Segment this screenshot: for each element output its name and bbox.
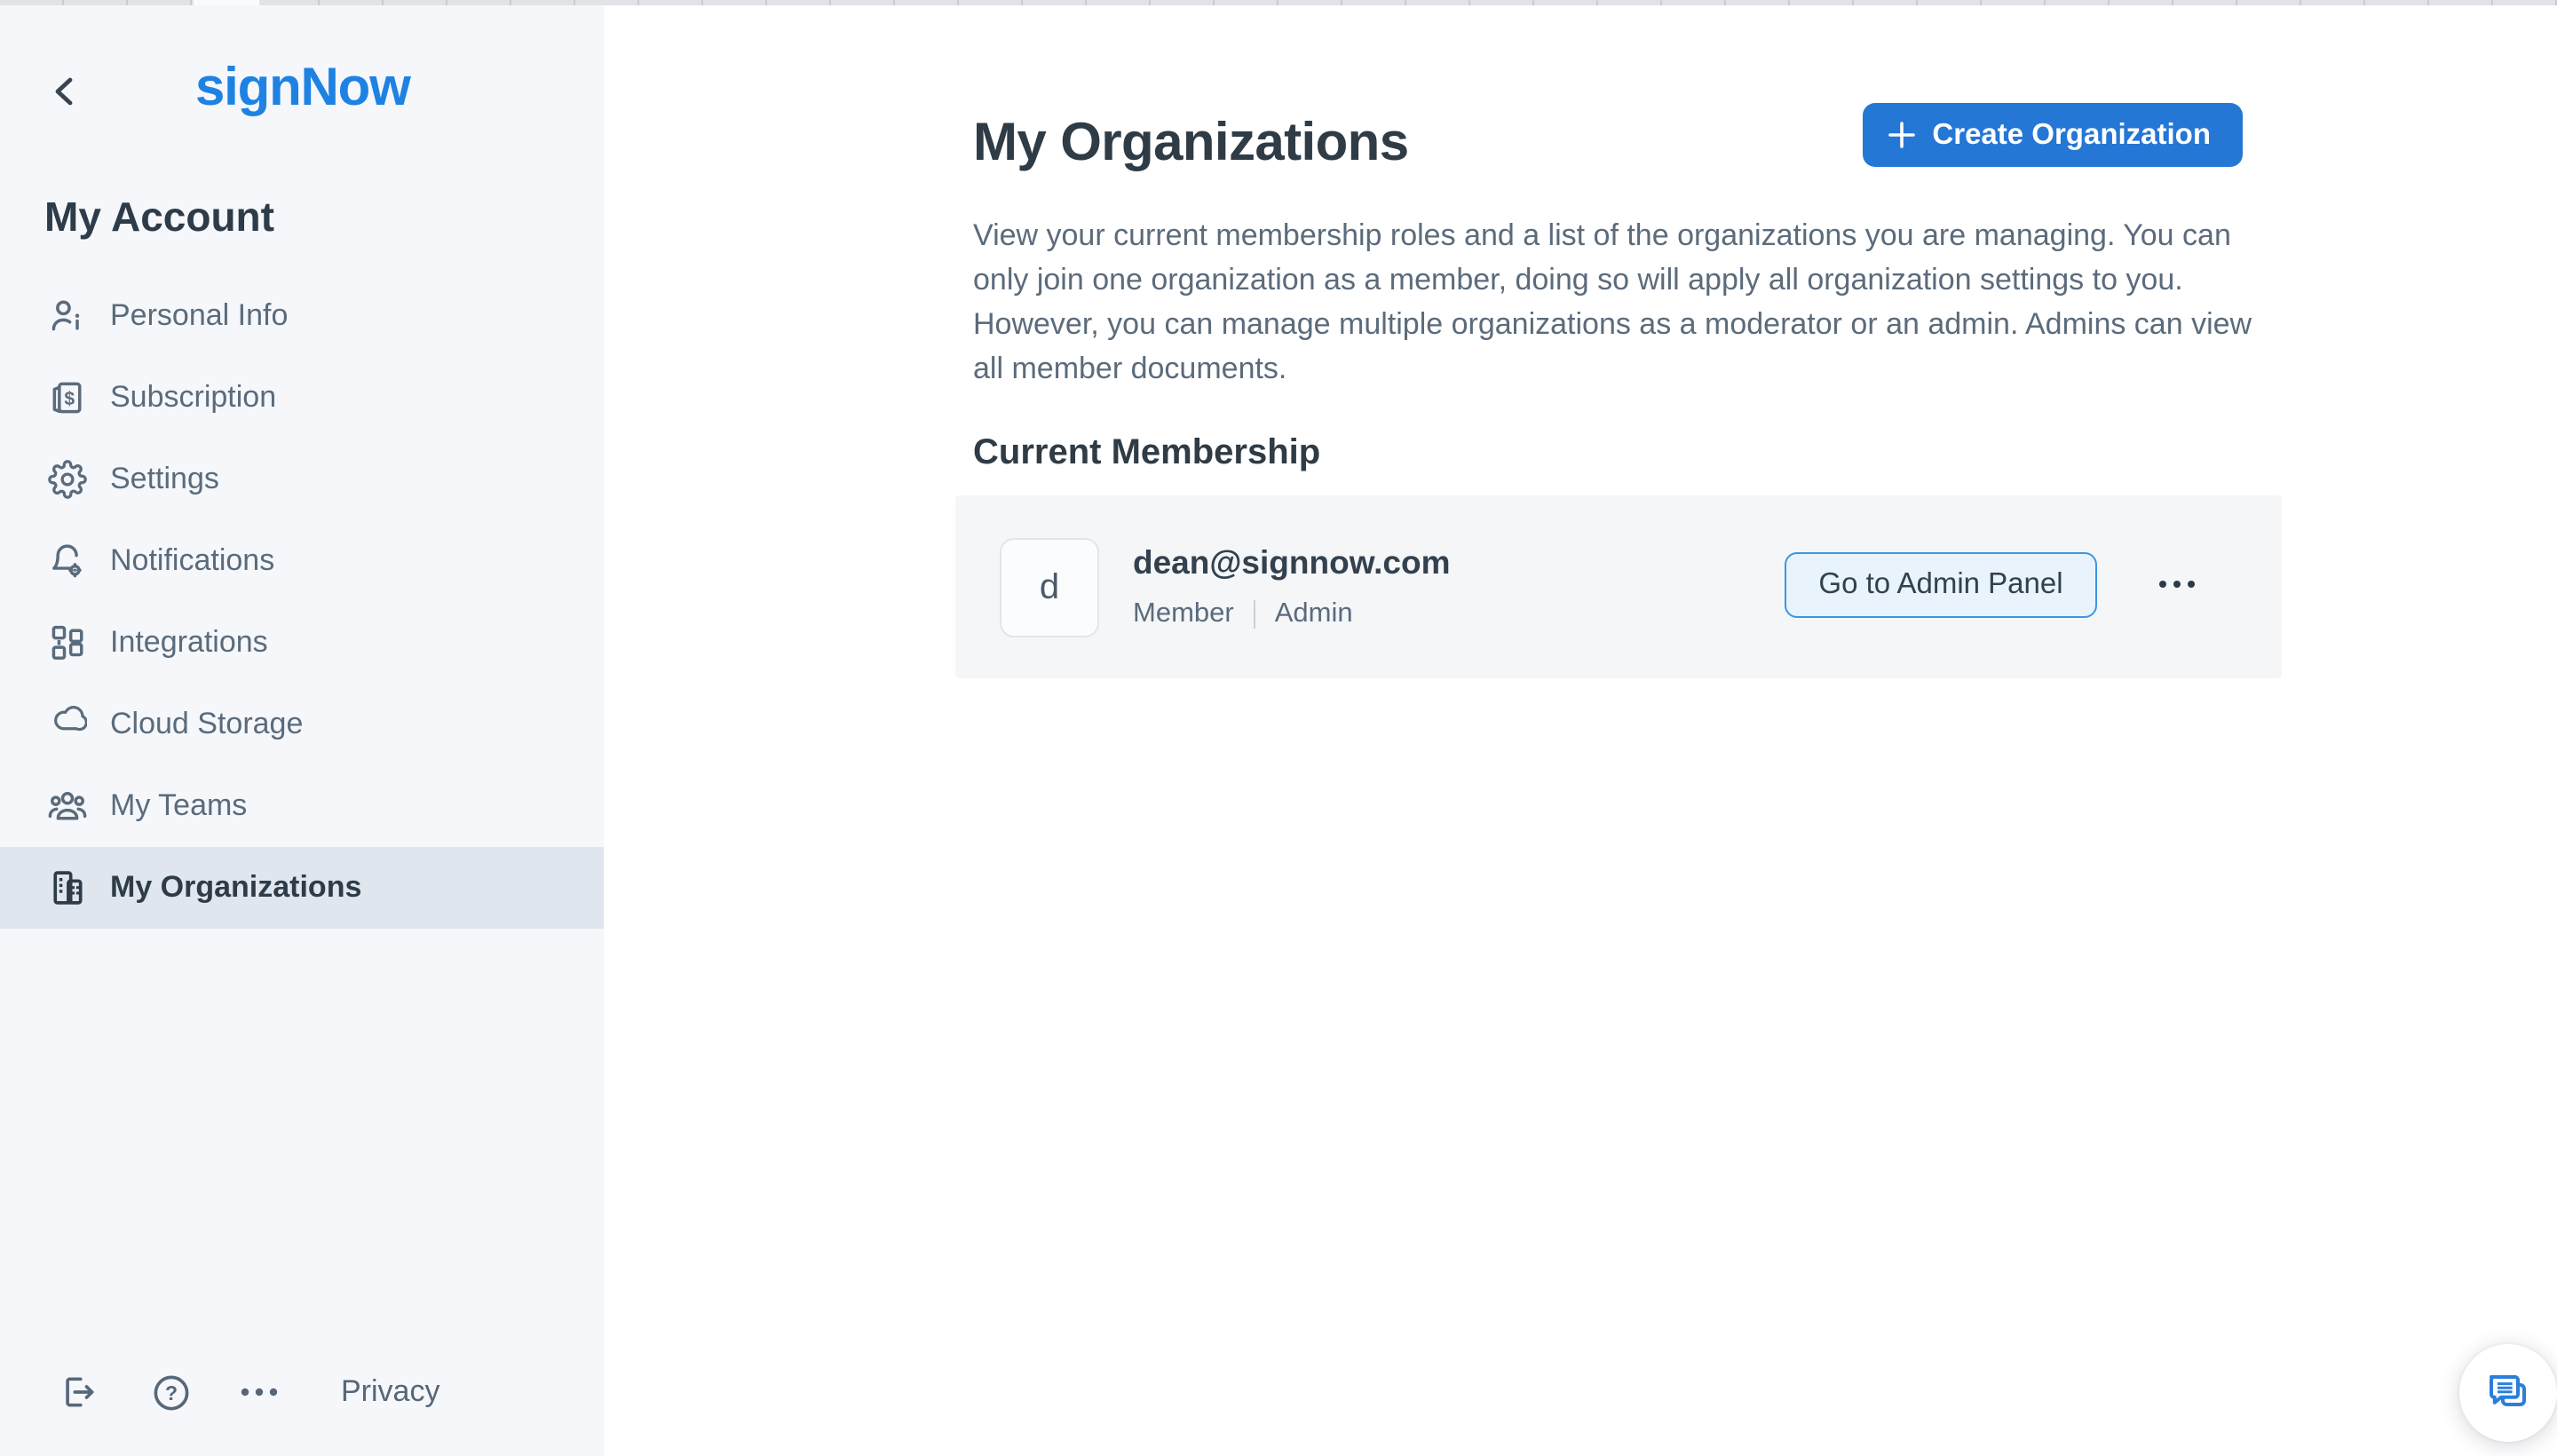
sidebar-more-button[interactable] (238, 1371, 281, 1413)
sidebar-item-my-teams[interactable]: My Teams (0, 765, 604, 847)
integrations-icon (48, 623, 87, 662)
back-button[interactable] (43, 69, 85, 112)
my-account-heading: My Account (44, 194, 274, 240)
member-info: dean@signnow.com Member Admin (1133, 543, 1450, 630)
ellipsis-dot (2173, 581, 2181, 588)
my-organizations-icon (48, 868, 87, 907)
sidebar-item-integrations[interactable]: Integrations (0, 602, 604, 684)
plus-icon (1888, 121, 1916, 149)
sidebar-item-cloud-storage[interactable]: Cloud Storage (0, 684, 604, 765)
sidebar-nav: Personal Info $ Subscription Settings No… (0, 275, 604, 929)
help-button[interactable]: ? (149, 1371, 192, 1413)
membership-card: d dean@signnow.com Member Admin Go to Ad… (955, 495, 2282, 678)
main-content: My Organizations Create Organization Vie… (604, 5, 2557, 1456)
app-window: signNow My Account Personal Info $ Subsc… (0, 0, 2557, 1456)
chat-bubble-icon (2484, 1369, 2532, 1417)
member-email: dean@signnow.com (1133, 543, 1451, 581)
sidebar-item-notifications[interactable]: Notifications (0, 520, 604, 602)
sidebar-item-subscription[interactable]: $ Subscription (0, 357, 604, 439)
sidebar-item-label: Notifications (110, 543, 275, 577)
chat-fab-button[interactable] (2459, 1344, 2557, 1442)
notifications-icon (48, 542, 87, 581)
page-header: My Organizations Create Organization (973, 5, 2282, 172)
sidebar-item-label: Settings (110, 462, 219, 495)
personal-info-icon (48, 297, 87, 336)
sidebar-item-label: Cloud Storage (110, 707, 304, 740)
current-membership-heading: Current Membership (973, 433, 1321, 472)
page-description: View your current membership roles and a… (973, 218, 2252, 385)
ellipsis-icon (2159, 581, 2166, 588)
help-icon: ? (150, 1372, 191, 1412)
sidebar-item-settings[interactable]: Settings (0, 439, 604, 520)
sidebar-item-label: My Teams (110, 788, 248, 822)
subscription-icon: $ (48, 378, 87, 417)
sidebar-item-label: Integrations (110, 625, 268, 659)
sidebar-footer: ? Privacy (0, 1349, 604, 1435)
ellipsis-icon (240, 1387, 279, 1397)
member-roles: Member Admin (1133, 598, 1450, 630)
signnow-logo[interactable]: signNow (195, 59, 411, 119)
sidebar-item-label: My Organizations (110, 870, 362, 904)
sidebar-item-label: Subscription (110, 380, 277, 414)
privacy-link[interactable]: Privacy (341, 1374, 439, 1410)
logout-icon (59, 1373, 98, 1412)
sidebar-item-my-organizations[interactable]: My Organizations (0, 847, 604, 929)
avatar: d (1000, 538, 1099, 637)
sidebar-item-personal-info[interactable]: Personal Info (0, 275, 604, 357)
sidebar-item-label: Personal Info (110, 298, 289, 332)
my-teams-icon (48, 787, 87, 826)
membership-more-button[interactable] (2141, 559, 2213, 609)
logout-button[interactable] (57, 1371, 99, 1413)
sidebar: signNow My Account Personal Info $ Subsc… (0, 5, 604, 1456)
svg-text:?: ? (164, 1381, 177, 1404)
svg-text:$: $ (64, 389, 75, 409)
chevron-left-icon (51, 75, 76, 106)
role-divider (1253, 600, 1255, 629)
go-to-admin-panel-button[interactable]: Go to Admin Panel (1785, 552, 2097, 618)
ellipsis-dot (2188, 581, 2195, 588)
cloud-storage-icon (48, 705, 87, 744)
role-member: Member (1133, 598, 1234, 629)
create-organization-label: Create Organization (1932, 118, 2211, 150)
create-organization-button[interactable]: Create Organization (1863, 103, 2243, 167)
settings-icon (48, 460, 87, 499)
sidebar-header: signNow (0, 5, 604, 147)
role-admin: Admin (1274, 598, 1353, 629)
page-title: My Organizations (973, 114, 1409, 172)
